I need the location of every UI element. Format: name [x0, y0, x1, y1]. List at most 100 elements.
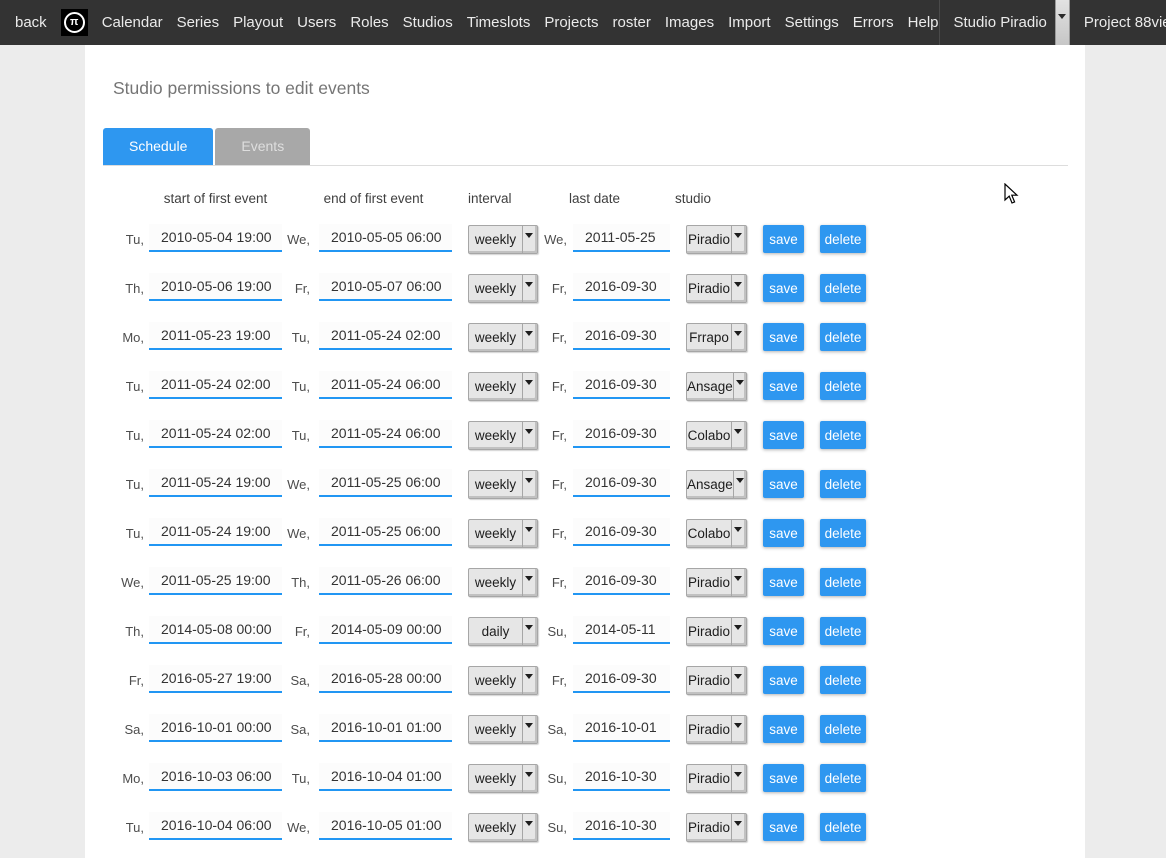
save-button[interactable]: save — [763, 568, 804, 596]
project-select-nav[interactable]: Project 88vier — [1070, 0, 1166, 45]
end-datetime-input[interactable] — [319, 224, 452, 252]
end-datetime-input[interactable] — [319, 518, 452, 546]
nav-item-help[interactable]: Help — [908, 14, 939, 31]
end-datetime-input[interactable] — [319, 371, 452, 399]
start-datetime-input[interactable] — [149, 273, 282, 301]
start-datetime-input[interactable] — [149, 567, 282, 595]
nav-item-back[interactable]: back — [15, 14, 47, 31]
delete-button[interactable]: delete — [820, 323, 866, 351]
delete-button[interactable]: delete — [820, 274, 866, 302]
tab-schedule[interactable]: Schedule — [103, 128, 213, 165]
last-date-input[interactable] — [573, 322, 670, 350]
end-datetime-input[interactable] — [319, 273, 452, 301]
end-datetime-input[interactable] — [319, 763, 452, 791]
pi-radio-logo[interactable]: π — [61, 9, 88, 36]
last-date-input[interactable] — [573, 763, 670, 791]
studio-select[interactable]: Colabo — [686, 519, 747, 548]
nav-item-errors[interactable]: Errors — [853, 14, 894, 31]
studio-select[interactable]: Ansage — [686, 470, 747, 499]
delete-button[interactable]: delete — [820, 372, 866, 400]
delete-button[interactable]: delete — [820, 568, 866, 596]
save-button[interactable]: save — [763, 666, 804, 694]
nav-item-projects[interactable]: Projects — [544, 14, 598, 31]
end-datetime-input[interactable] — [319, 812, 452, 840]
end-datetime-input[interactable] — [319, 469, 452, 497]
delete-button[interactable]: delete — [820, 225, 866, 253]
start-datetime-input[interactable] — [149, 322, 282, 350]
nav-item-timeslots[interactable]: Timeslots — [467, 14, 531, 31]
studio-select[interactable]: Frrapo — [686, 323, 747, 352]
start-datetime-input[interactable] — [149, 420, 282, 448]
studio-select[interactable]: Piradio — [686, 813, 747, 842]
nav-item-roster[interactable]: roster — [613, 14, 651, 31]
nav-item-playout[interactable]: Playout — [233, 14, 283, 31]
studio-select[interactable]: Colabo — [686, 421, 747, 450]
end-datetime-input[interactable] — [319, 665, 452, 693]
nav-item-studios[interactable]: Studios — [403, 14, 453, 31]
end-datetime-input[interactable] — [319, 420, 452, 448]
last-date-input[interactable] — [573, 273, 670, 301]
delete-button[interactable]: delete — [820, 666, 866, 694]
last-date-input[interactable] — [573, 518, 670, 546]
delete-button[interactable]: delete — [820, 617, 866, 645]
nav-item-roles[interactable]: Roles — [350, 14, 388, 31]
studio-select-nav[interactable]: Studio Piradio — [940, 0, 1070, 45]
save-button[interactable]: save — [763, 764, 804, 792]
nav-item-images[interactable]: Images — [665, 14, 714, 31]
save-button[interactable]: save — [763, 225, 804, 253]
last-date-input[interactable] — [573, 665, 670, 693]
last-date-input[interactable] — [573, 469, 670, 497]
end-datetime-input[interactable] — [319, 567, 452, 595]
last-date-input[interactable] — [573, 812, 670, 840]
studio-select[interactable]: Piradio — [686, 715, 747, 744]
delete-button[interactable]: delete — [820, 519, 866, 547]
save-button[interactable]: save — [763, 715, 804, 743]
studio-select[interactable]: Piradio — [686, 225, 747, 254]
nav-item-users[interactable]: Users — [297, 14, 336, 31]
nav-item-calendar[interactable]: Calendar — [102, 14, 163, 31]
start-datetime-input[interactable] — [149, 469, 282, 497]
last-date-input[interactable] — [573, 567, 670, 595]
last-date-input[interactable] — [573, 224, 670, 252]
start-datetime-input[interactable] — [149, 371, 282, 399]
nav-item-series[interactable]: Series — [177, 14, 220, 31]
studio-select[interactable]: Piradio — [686, 274, 747, 303]
end-datetime-input[interactable] — [319, 322, 452, 350]
start-datetime-input[interactable] — [149, 812, 282, 840]
last-date-input[interactable] — [573, 371, 670, 399]
save-button[interactable]: save — [763, 421, 804, 449]
save-button[interactable]: save — [763, 323, 804, 351]
save-button[interactable]: save — [763, 813, 804, 841]
header-last-date: last date — [569, 185, 620, 213]
delete-button[interactable]: delete — [820, 715, 866, 743]
last-date-input[interactable] — [573, 616, 670, 644]
end-datetime-input[interactable] — [319, 714, 452, 742]
studio-select[interactable]: Ansage — [686, 372, 747, 401]
tab-events[interactable]: Events — [215, 128, 310, 165]
studio-select-value: Piradio — [687, 716, 731, 743]
studio-select[interactable]: Piradio — [686, 666, 747, 695]
start-datetime-input[interactable] — [149, 224, 282, 252]
start-datetime-input[interactable] — [149, 665, 282, 693]
studio-select[interactable]: Piradio — [686, 568, 747, 597]
save-button[interactable]: save — [763, 470, 804, 498]
studio-select[interactable]: Piradio — [686, 764, 747, 793]
start-datetime-input[interactable] — [149, 616, 282, 644]
delete-button[interactable]: delete — [820, 421, 866, 449]
end-datetime-input[interactable] — [319, 616, 452, 644]
last-date-input[interactable] — [573, 714, 670, 742]
start-datetime-input[interactable] — [149, 714, 282, 742]
delete-button[interactable]: delete — [820, 813, 866, 841]
nav-item-settings[interactable]: Settings — [785, 14, 839, 31]
save-button[interactable]: save — [763, 519, 804, 547]
delete-button[interactable]: delete — [820, 764, 866, 792]
save-button[interactable]: save — [763, 274, 804, 302]
nav-item-import[interactable]: Import — [728, 14, 771, 31]
last-date-input[interactable] — [573, 420, 670, 448]
save-button[interactable]: save — [763, 372, 804, 400]
studio-select[interactable]: Piradio — [686, 617, 747, 646]
save-button[interactable]: save — [763, 617, 804, 645]
start-datetime-input[interactable] — [149, 763, 282, 791]
start-datetime-input[interactable] — [149, 518, 282, 546]
delete-button[interactable]: delete — [820, 470, 866, 498]
